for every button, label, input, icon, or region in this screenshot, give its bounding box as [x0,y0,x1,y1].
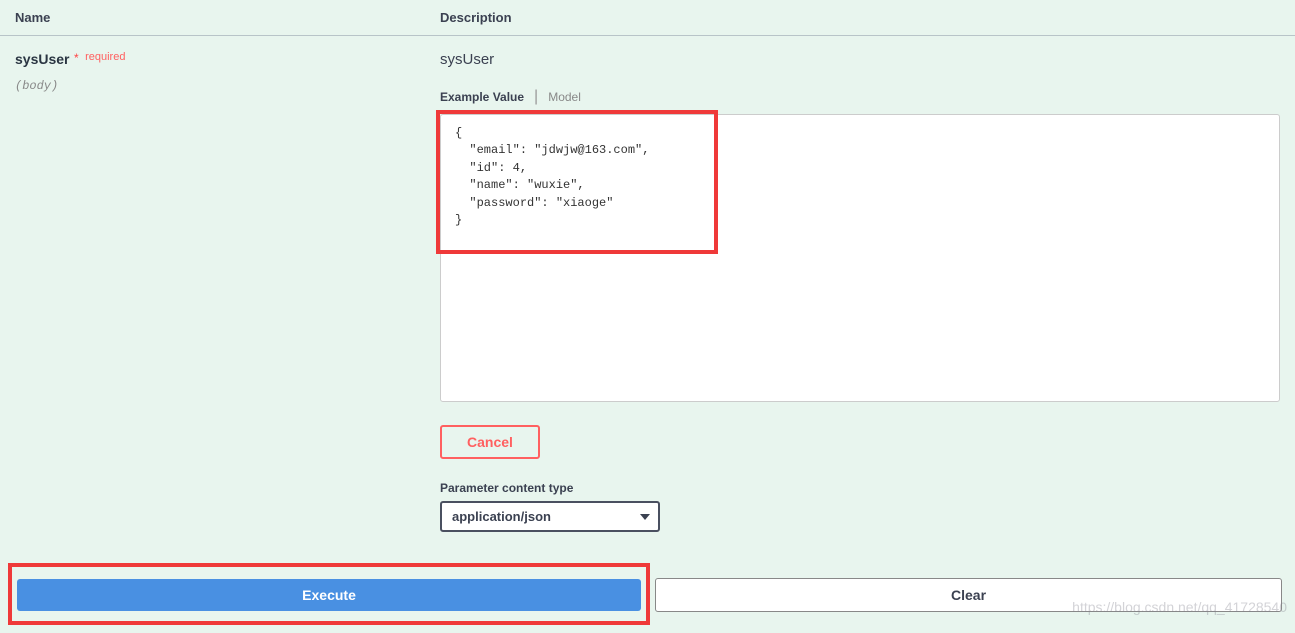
clear-button[interactable]: Clear [655,578,1282,612]
parameter-description-column: sysUser Example Value | Model Cancel Par… [440,51,1280,532]
content-type-select[interactable]: application/json [440,501,660,532]
name-column-header: Name [15,10,440,25]
required-star: * [74,51,79,65]
column-headers-row: Name Description [0,0,1295,36]
action-button-bar: Execute Clear [8,563,1287,625]
parameter-name: sysUser [15,51,70,67]
execute-button[interactable]: Execute [17,579,641,611]
cancel-button[interactable]: Cancel [440,425,540,459]
description-column-header: Description [440,10,512,25]
tab-divider: | [534,88,538,106]
tab-example-value[interactable]: Example Value [440,90,524,104]
required-label: required [85,51,125,63]
content-type-label: Parameter content type [440,481,1280,495]
request-body-input[interactable] [440,114,1280,402]
parameter-row: sysUser * required (body) sysUser Exampl… [0,36,1295,547]
highlight-annotation-execute: Execute [8,563,650,625]
schema-tabs: Example Value | Model [440,88,1280,106]
body-source-label: (body) [15,79,440,93]
parameter-name-column: sysUser * required (body) [15,51,440,532]
tab-model[interactable]: Model [548,90,581,104]
parameter-type: sysUser [440,51,1280,68]
